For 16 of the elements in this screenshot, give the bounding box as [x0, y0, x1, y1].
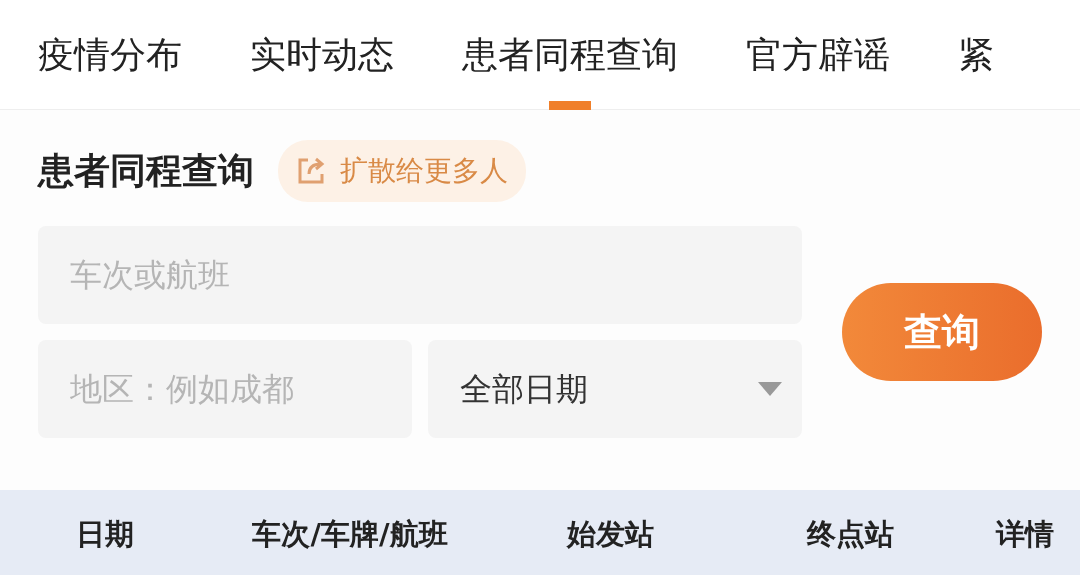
tab[interactable]: 疫情分布	[38, 0, 182, 110]
tab[interactable]: 官方辟谣	[746, 0, 890, 110]
dropdown-caret-icon	[758, 382, 782, 396]
column-header: 始发站	[566, 517, 654, 552]
share-icon	[296, 156, 326, 186]
date-select[interactable]: 全部日期	[428, 340, 802, 438]
column-header: 日期	[76, 517, 134, 552]
tab[interactable]: 患者同程查询	[462, 0, 678, 110]
column-header: 终点站	[806, 517, 894, 552]
tab[interactable]: 实时动态	[250, 0, 394, 110]
section-title: 患者同程查询	[38, 149, 254, 193]
region-input-field[interactable]: 地区：例如成都	[38, 340, 412, 438]
column-header: 车次/车牌/航班	[252, 517, 448, 552]
tab[interactable]: 紧	[958, 0, 994, 110]
trip-input-field[interactable]: 车次或航班	[38, 226, 802, 324]
column-header: 详情	[996, 517, 1054, 552]
